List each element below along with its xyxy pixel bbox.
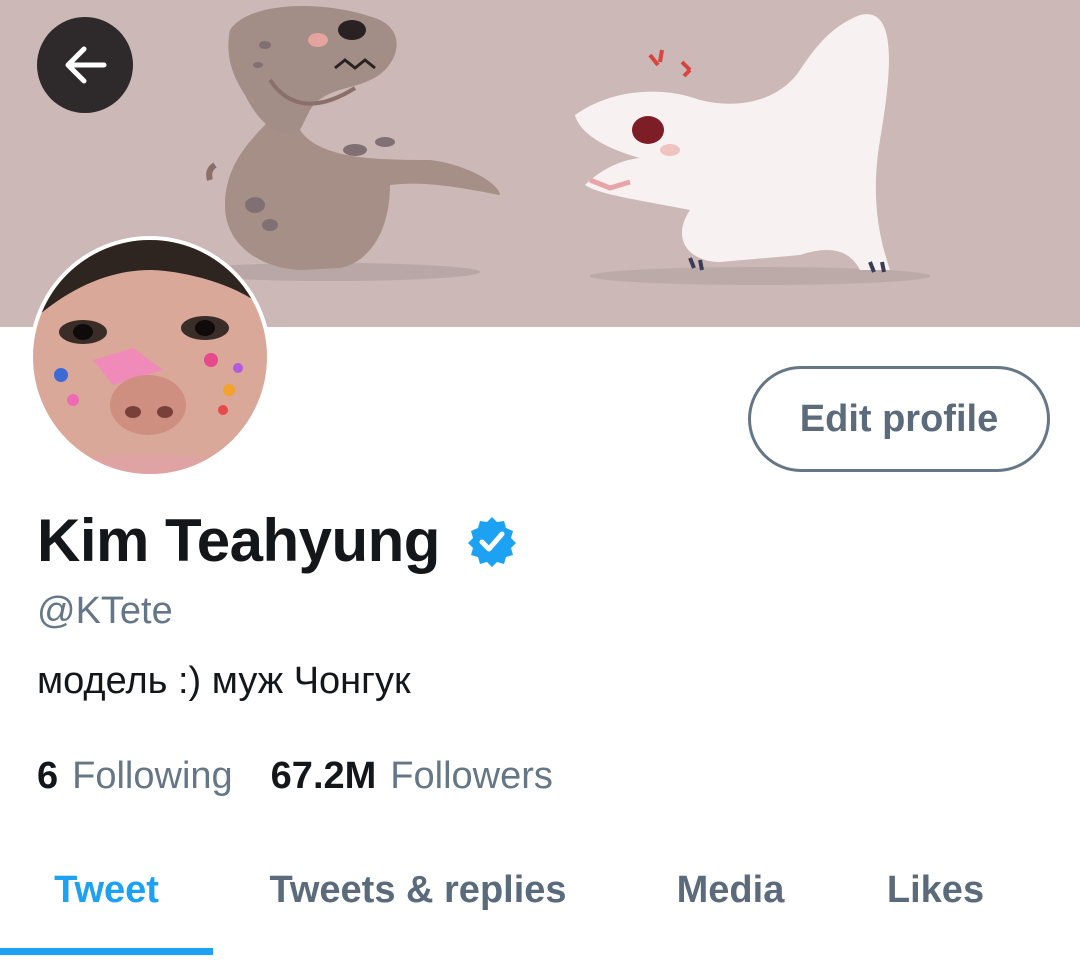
tab-media[interactable]: Media: [623, 840, 838, 940]
avatar[interactable]: [29, 236, 271, 478]
verified-badge-icon: [466, 515, 518, 567]
back-button[interactable]: [37, 17, 133, 113]
profile-stats: 6 Following 67.2M Followers: [37, 755, 553, 798]
following-stat[interactable]: 6 Following: [37, 755, 233, 798]
followers-label: Followers: [390, 755, 553, 797]
tab-likes[interactable]: Likes: [838, 840, 1033, 940]
following-count: 6: [37, 755, 59, 797]
tab-tweet[interactable]: Tweet: [0, 840, 213, 940]
arrow-left-icon: [65, 46, 107, 84]
followers-count: 67.2M: [270, 755, 377, 797]
avatar-photo: [33, 240, 267, 474]
tab-tweets-and-replies[interactable]: Tweets & replies: [213, 840, 623, 940]
following-label: Following: [72, 755, 233, 797]
edit-profile-button[interactable]: Edit profile: [748, 366, 1050, 472]
display-name: Kim Teahyung: [37, 507, 440, 574]
user-handle: @KTete: [37, 590, 173, 632]
active-tab-indicator: [0, 948, 213, 955]
user-bio: модель :) муж Чонгук: [37, 660, 411, 702]
name-row: Kim Teahyung: [37, 506, 518, 575]
followers-stat[interactable]: 67.2M Followers: [271, 755, 553, 798]
profile-tabs: Tweet Tweets & replies Media Likes: [0, 840, 1080, 940]
